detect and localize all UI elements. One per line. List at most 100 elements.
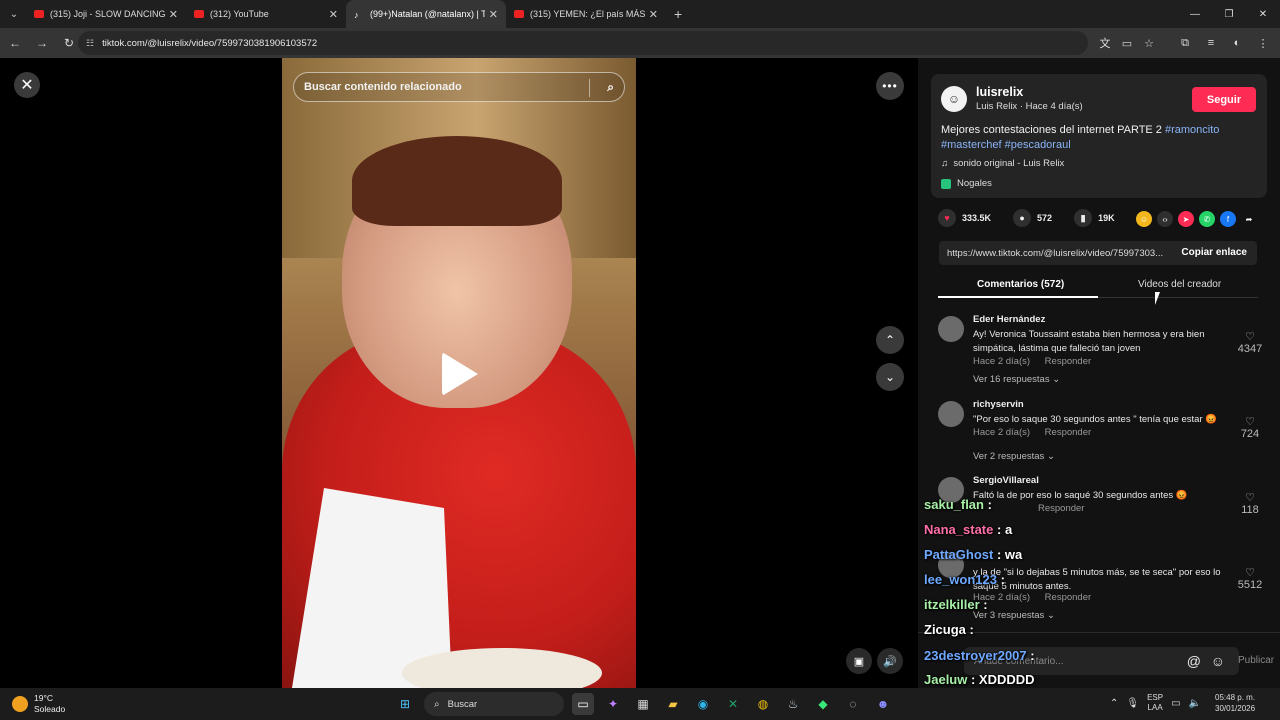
video-player[interactable]: Buscar contenido relacionado ⌕ <box>282 58 636 688</box>
profile-icon[interactable]: ◐ <box>1226 31 1248 55</box>
search-icon[interactable]: ⌕ <box>607 80 614 95</box>
hashtag-link[interactable]: #pescadoraul <box>1005 139 1071 151</box>
send-icon[interactable]: ➤ <box>1178 211 1194 227</box>
tab-comments[interactable]: Comentarios (572) <box>977 279 1064 290</box>
play-icon[interactable] <box>442 352 478 396</box>
windows-start-icon[interactable]: ⊞ <box>394 693 416 715</box>
chevron-down-icon: ⌄ <box>1052 374 1061 385</box>
comment-like-button[interactable]: ♡ 118 <box>1237 491 1263 516</box>
comment-tabs: Comentarios (572) Videos del creador <box>938 272 1258 298</box>
repost-icon[interactable]: ☺ <box>1136 211 1152 227</box>
sound-link[interactable]: ♫ sonido original - Luis Relix <box>941 158 1064 169</box>
bookmark-star-icon[interactable]: ☆ <box>1140 31 1158 55</box>
url-field[interactable]: ☷ tiktok.com/@luisrelix/video/7599730381… <box>78 31 1088 55</box>
music-note-icon: ♫ <box>941 158 949 169</box>
emoji-icon[interactable]: ☺ <box>1211 653 1225 669</box>
date: 30/01/2026 <box>1215 704 1256 713</box>
media-icon[interactable]: ≡ <box>1200 31 1222 55</box>
edge-icon[interactable]: ◉ <box>692 693 714 715</box>
discord-icon[interactable]: ☻ <box>872 693 894 715</box>
tab-search-icon[interactable]: ⌄ <box>2 2 26 26</box>
minimize-icon[interactable]: — <box>1178 0 1212 28</box>
language-indicator[interactable]: ESP LAA <box>1147 693 1163 713</box>
steam-icon[interactable]: ♨ <box>782 693 804 715</box>
reply-button[interactable]: Responder <box>1038 503 1084 514</box>
close-window-icon[interactable]: ✕ <box>1246 0 1280 28</box>
app-icon[interactable]: ◌ <box>842 693 864 715</box>
post-username[interactable]: luisrelix <box>976 85 1023 99</box>
browser-tab[interactable]: (312) YouTube ✕ <box>186 0 346 28</box>
related-search-input[interactable]: Buscar contenido relacionado ⌕ <box>293 72 625 102</box>
speaker-icon[interactable]: 🔈 <box>1189 698 1201 709</box>
browser-tab-active[interactable]: ♪ (99+)Natalan (@natalanx) | Tik ✕ <box>346 0 506 28</box>
task-view-icon[interactable]: ▭ <box>572 693 594 715</box>
mouse-cursor <box>1155 292 1160 305</box>
comment-username[interactable]: Eder Hernández <box>973 314 1045 325</box>
close-icon[interactable]: ✕ <box>169 8 178 21</box>
close-icon[interactable]: ✕ <box>489 8 498 21</box>
clock[interactable]: 05:48 p. m. 30/01/2026 <box>1215 692 1255 714</box>
hashtag-link[interactable]: #ramoncito <box>1165 124 1219 136</box>
whatsapp-icon[interactable]: ✆ <box>1199 211 1215 227</box>
forward-icon[interactable]: → <box>30 31 54 55</box>
comment-username[interactable]: richyservin <box>973 399 1024 410</box>
chevron-up-icon[interactable]: ⌃ <box>1110 698 1118 709</box>
network-icon[interactable]: ▭ <box>1171 698 1180 709</box>
comment-meta: Hace 2 día(s) Responder <box>973 592 1091 603</box>
new-tab-icon[interactable]: + <box>674 6 682 22</box>
excel-icon[interactable]: ✕ <box>722 693 744 715</box>
view-replies-button[interactable]: Ver 2 respuestas ⌄ <box>973 451 1055 462</box>
publish-button[interactable]: Publicar <box>1238 655 1274 666</box>
tab-creator-videos[interactable]: Videos del creador <box>1138 279 1221 290</box>
comment-button[interactable]: ● 572 <box>1013 209 1052 227</box>
store-icon[interactable]: ▦ <box>632 693 654 715</box>
extensions-icon[interactable]: ⧉ <box>1174 31 1196 55</box>
close-icon[interactable]: ✕ <box>649 8 658 21</box>
avatar[interactable] <box>938 316 964 342</box>
follow-button[interactable]: Seguir <box>1192 87 1256 112</box>
microphone-icon[interactable]: 🎙 <box>1126 698 1139 709</box>
restore-icon[interactable]: ❐ <box>1212 0 1246 28</box>
cast-icon[interactable]: ▭ <box>1118 31 1136 55</box>
chevron-up-icon[interactable]: ⌃ <box>876 326 904 354</box>
hashtag-link[interactable]: #masterchef <box>941 139 1002 151</box>
comment-like-button[interactable]: ♡ 5512 <box>1237 566 1263 591</box>
share-arrow-icon[interactable]: ➦ <box>1241 211 1257 227</box>
location-link[interactable]: Nogales <box>941 178 992 189</box>
copy-link-button[interactable]: Copiar enlace <box>1181 247 1247 258</box>
chat-text: : <box>969 622 974 637</box>
game-icon[interactable]: ◆ <box>812 693 834 715</box>
chrome-icon[interactable]: ◍ <box>752 693 774 715</box>
translate-icon[interactable]: 文 <box>1096 31 1114 55</box>
weather-widget[interactable]: 19°C Soleado <box>12 693 65 715</box>
mention-icon[interactable]: @ <box>1187 653 1201 669</box>
menu-icon[interactable]: ⋮ <box>1252 31 1274 55</box>
comment-like-button[interactable]: ♡ 724 <box>1237 415 1263 440</box>
reply-button[interactable]: Responder <box>1045 356 1091 367</box>
volume-icon[interactable]: 🔊 <box>877 648 903 674</box>
file-explorer-icon[interactable]: ▰ <box>662 693 684 715</box>
avatar[interactable]: ☺ <box>941 86 967 112</box>
comment-username[interactable]: SergioVillareal <box>973 475 1039 486</box>
copilot-icon[interactable]: ✦ <box>602 693 624 715</box>
close-icon[interactable]: ✕ <box>329 8 338 21</box>
chevron-down-icon[interactable]: ⌄ <box>876 363 904 391</box>
pip-icon[interactable]: ▣ <box>846 648 872 674</box>
browser-tab[interactable]: (315) Joji - SLOW DANCING IN ✕ <box>26 0 186 28</box>
like-button[interactable]: ♥ 333.5K <box>938 209 991 227</box>
reply-button[interactable]: Responder <box>1045 592 1091 603</box>
view-replies-button[interactable]: Ver 16 respuestas ⌄ <box>973 374 1060 385</box>
close-icon[interactable]: ✕ <box>14 72 40 98</box>
more-options-icon[interactable]: ••• <box>876 72 904 100</box>
active-tab-indicator <box>938 296 1098 298</box>
save-button[interactable]: ▮ 19K <box>1074 209 1115 227</box>
reply-button[interactable]: Responder <box>1045 427 1091 438</box>
avatar[interactable] <box>938 401 964 427</box>
taskbar-search[interactable]: ⌕ Buscar <box>424 692 564 716</box>
comment-like-button[interactable]: ♡ 4347 <box>1237 330 1263 355</box>
facebook-icon[interactable]: f <box>1220 211 1236 227</box>
embed-icon[interactable]: ‹› <box>1157 211 1173 227</box>
site-info-icon[interactable]: ☷ <box>86 38 94 49</box>
browser-tab[interactable]: (315) YEMEN: ¿El país MÁS PEL ✕ <box>506 0 666 28</box>
back-icon[interactable]: ← <box>3 31 27 55</box>
